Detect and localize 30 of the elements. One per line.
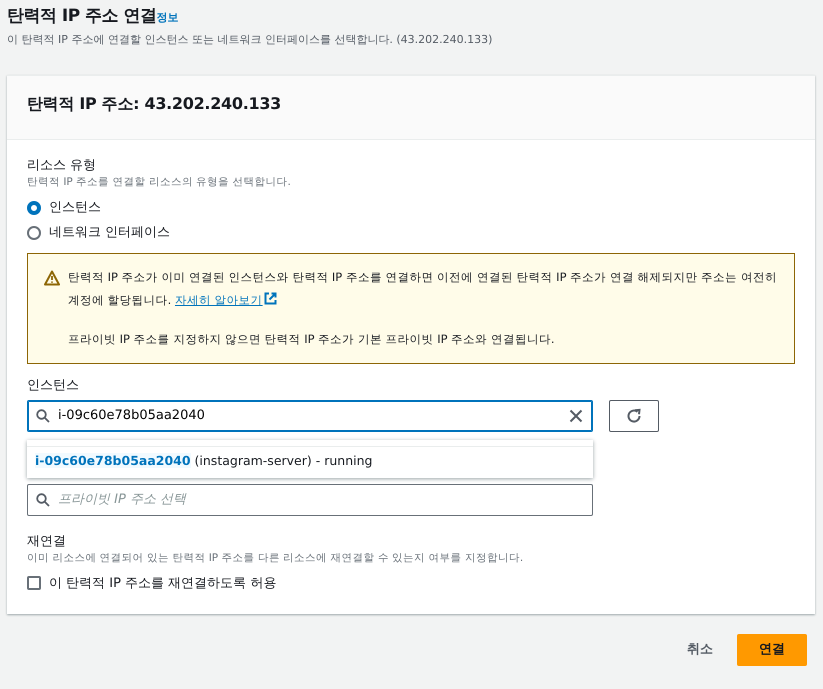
search-icon <box>36 408 50 423</box>
refresh-icon <box>626 408 642 424</box>
field-description: 탄력적 IP 주소를 연결할 리소스의 유형을 선택합니다. <box>27 175 292 190</box>
page-description: 이 탄력적 IP 주소에 연결할 인스턴스 또는 네트워크 인터페이스를 선택합니다. (43.202.240.133) <box>7 32 494 48</box>
cancel-button[interactable]: 취소 <box>683 634 717 666</box>
field-label: 리소스 유형 <box>27 156 98 175</box>
search-icon <box>36 492 50 507</box>
info-link[interactable]: 정보 <box>156 10 179 26</box>
field-label: 인스턴스 <box>27 377 80 396</box>
external-link-icon <box>264 292 277 306</box>
radio-label: 네트워크 인터페이스 <box>49 224 170 242</box>
refresh-button[interactable] <box>609 400 659 432</box>
checkbox-label: 이 탄력적 IP 주소를 재연결하도록 허용 <box>49 574 276 593</box>
private-ip-field[interactable]: 프라이빗 IP 주소 선택 <box>27 484 593 516</box>
panel-title: 탄력적 IP 주소: 43.202.240.133 <box>27 94 282 114</box>
warning-icon <box>44 270 60 286</box>
checkbox[interactable] <box>27 576 41 590</box>
radio-label: 인스턴스 <box>49 198 101 217</box>
clear-icon[interactable] <box>569 408 583 423</box>
learn-more-link[interactable]: 자세히 알아보기 <box>174 293 277 308</box>
alert-note: 프라이빗 IP 주소를 지정하지 않으면 탄력적 IP 주소가 기본 프라이빗 IP 주소와 연결됩니다. <box>68 331 556 348</box>
field-label: 재연결 <box>27 532 67 551</box>
radio-button[interactable] <box>27 200 41 215</box>
alert-text: 탄력적 IP 주소가 이미 연결된 인스턴스와 탄력적 IP 주소를 연결하면 이전에 연결된 탄력적 IP 주소가 연결 해제되지만 주소는 여전히 계정에 할당됩니다. 자세히 알아보기 <box>68 269 778 310</box>
associate-button[interactable]: 연결 <box>737 634 807 666</box>
field-description: 이미 리소스에 연결되어 있는 탄력적 IP 주소를 다른 리소스에 재연결할 수 있는지 여부를 지정합니다. <box>27 551 524 566</box>
suggestion-item[interactable]: i-09c60e78b05aa2040 (instagram-server) - running <box>27 446 593 478</box>
instance-search-field[interactable]: i-09c60e78b05aa2040 <box>27 400 593 432</box>
page-title: 탄력적 IP 주소 연결 <box>7 6 157 26</box>
radio-button[interactable] <box>27 226 41 240</box>
